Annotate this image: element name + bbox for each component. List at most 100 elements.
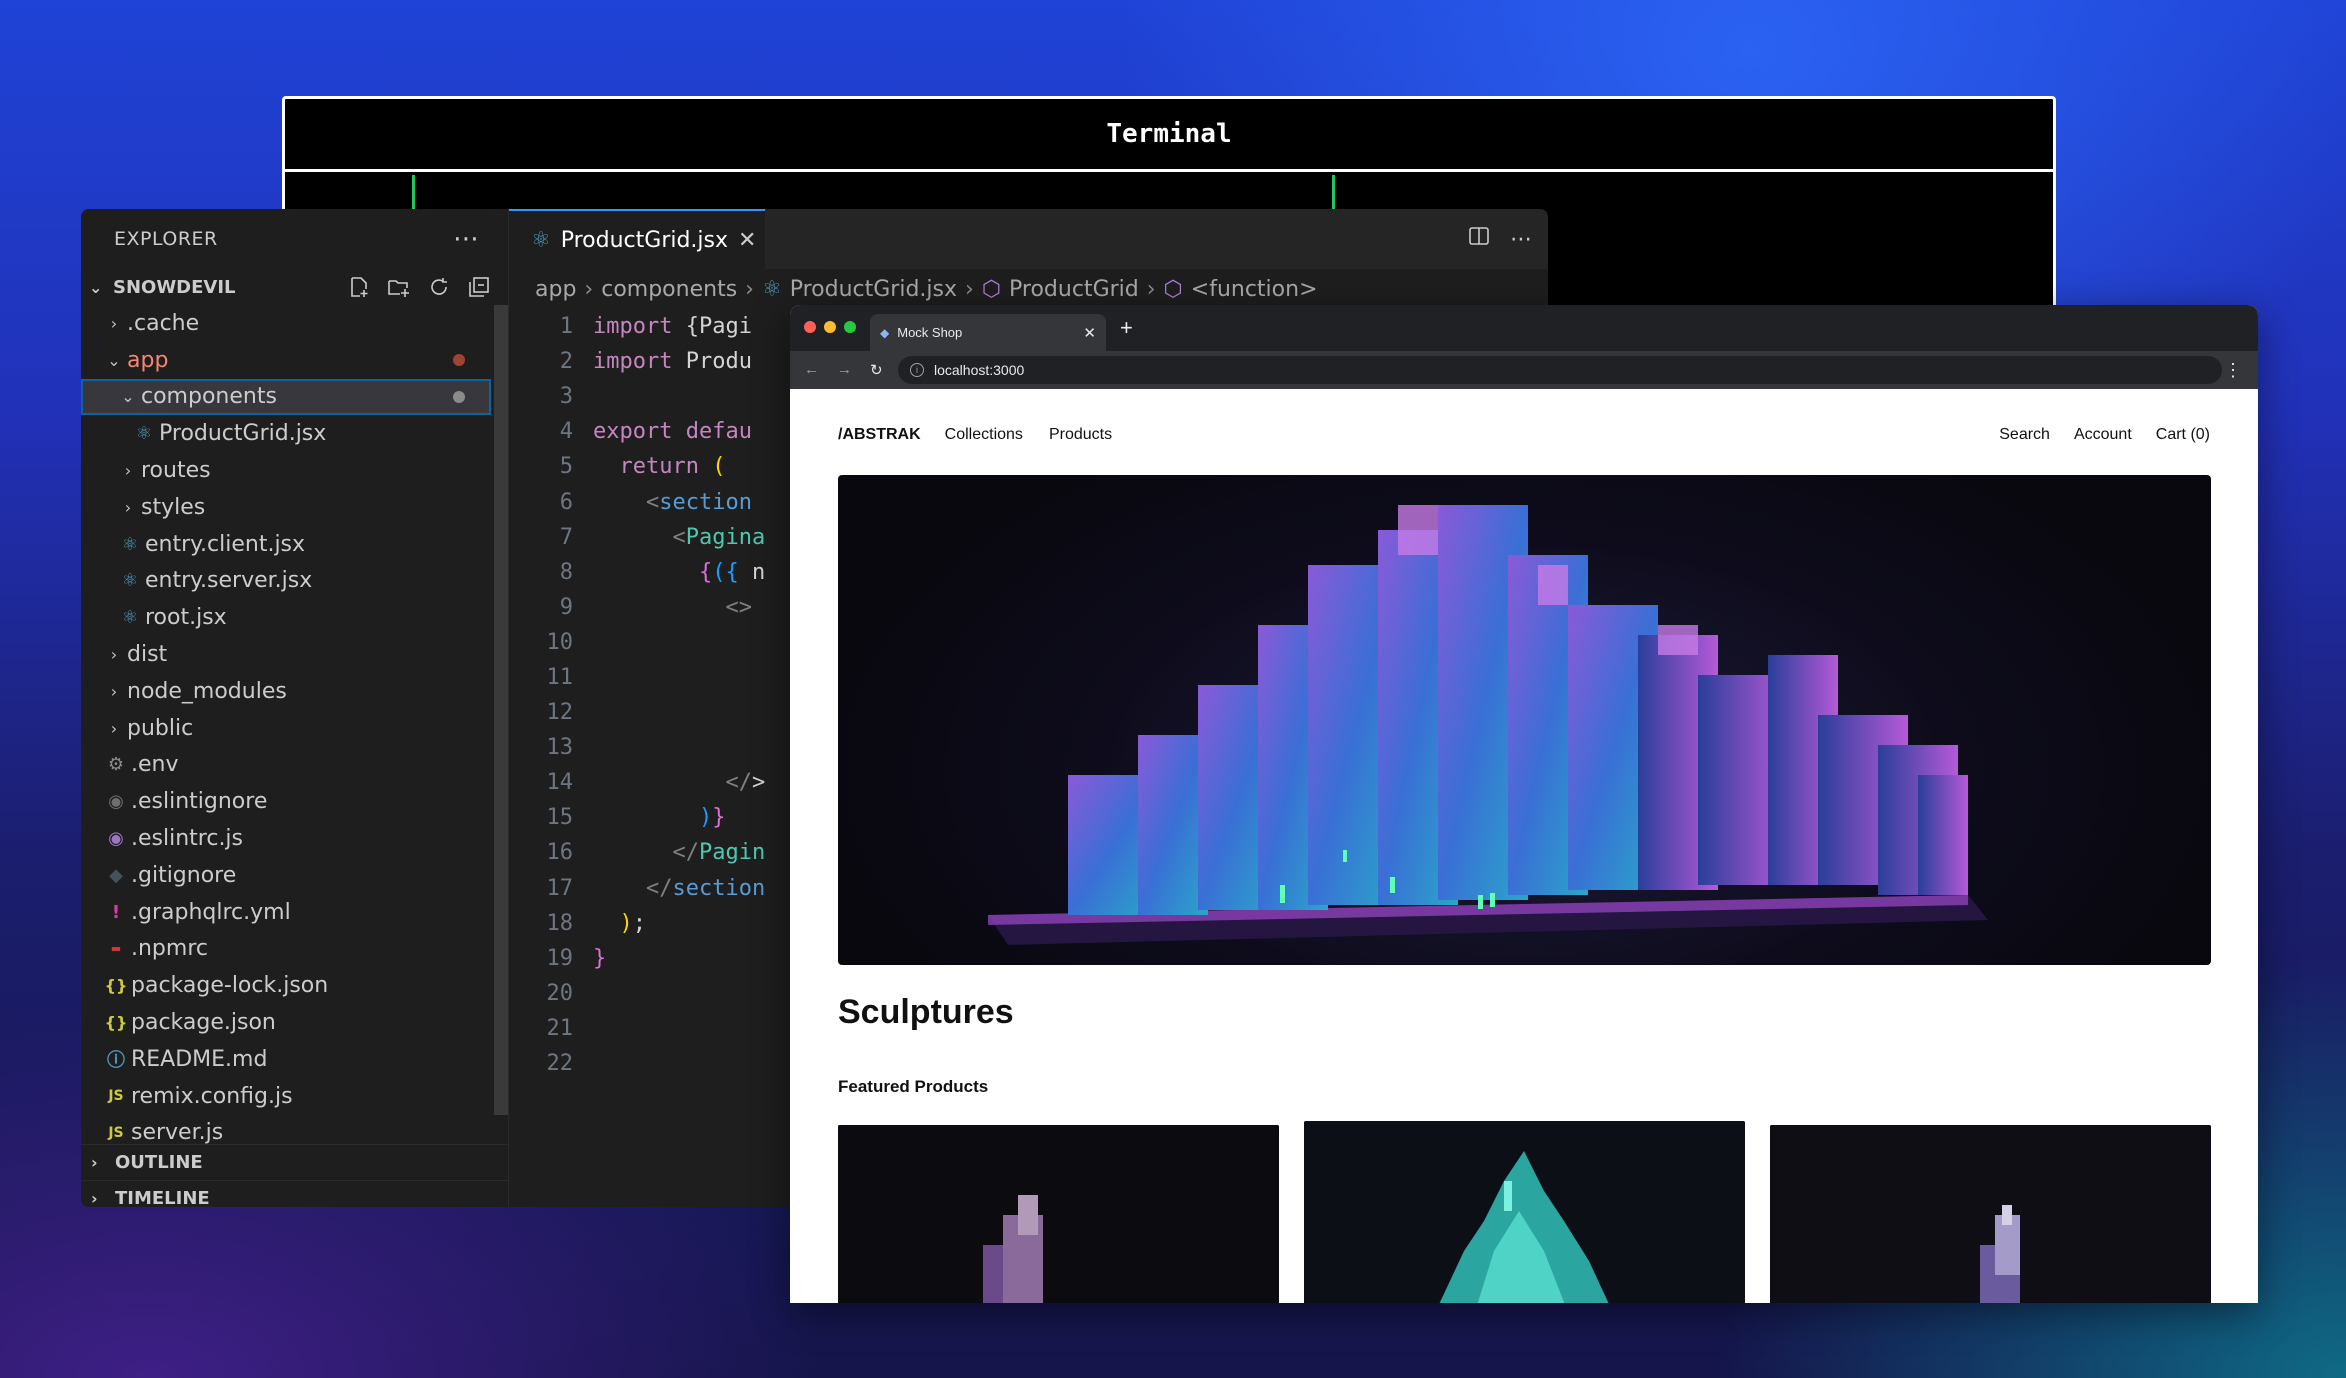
new-file-icon[interactable]: [346, 274, 372, 300]
site-logo[interactable]: /ABSTRAK: [838, 426, 921, 444]
forward-icon[interactable]: →: [837, 361, 852, 379]
code-token: import: [593, 349, 686, 375]
site-header: /ABSTRAK Collections Products Search Acc…: [838, 423, 2210, 447]
tree-item-remix-config[interactable]: JS remix.config.js: [81, 1078, 491, 1115]
close-icon[interactable]: ✕: [1083, 324, 1096, 342]
tab-productgrid[interactable]: ⚛ ProductGrid.jsx ✕: [509, 209, 765, 269]
line-number: 5: [559, 454, 573, 480]
tree-item-public[interactable]: › public: [81, 710, 491, 747]
info-icon[interactable]: i: [910, 363, 924, 377]
maximize-window-button[interactable]: [844, 321, 856, 333]
code-token: defau: [685, 419, 752, 445]
explorer-title: EXPLORER: [114, 228, 218, 250]
product-card[interactable]: [1304, 1121, 1745, 1303]
chevron-down-icon: ⌄: [89, 277, 103, 297]
chevron-right-icon: ›: [965, 276, 974, 302]
tree-item-productgrid[interactable]: ⚛ ProductGrid.jsx: [81, 415, 491, 452]
new-tab-button[interactable]: +: [1120, 315, 1133, 341]
tree-item-gitignore[interactable]: ◆ .gitignore: [81, 857, 491, 894]
chevron-right-icon: ›: [745, 276, 754, 302]
git-icon: ◆: [109, 864, 123, 886]
tree-item-routes[interactable]: › routes: [81, 452, 491, 489]
close-window-button[interactable]: [804, 321, 816, 333]
chevron-right-icon: ›: [91, 1153, 98, 1172]
product-card[interactable]: [838, 1125, 1279, 1303]
nav-collections[interactable]: Collections: [945, 426, 1023, 444]
tree-item-dist[interactable]: › dist: [81, 636, 491, 673]
sidebar-scrollbar[interactable]: [494, 305, 508, 1115]
search-link[interactable]: Search: [1999, 426, 2050, 444]
tree-item-package[interactable]: {} package.json: [81, 1004, 491, 1041]
tree-item-components[interactable]: ⌄ components: [81, 378, 491, 416]
chevron-right-icon: ›: [124, 461, 132, 481]
minimize-window-button[interactable]: [824, 321, 836, 333]
code-token: }: [593, 945, 607, 971]
tree-item-entry-server[interactable]: ⚛ entry.server.jsx: [81, 563, 491, 600]
code-token: Pagina: [685, 524, 766, 550]
project-header[interactable]: ⌄ SNOWDEVIL: [81, 269, 508, 305]
tree-item-entry-client[interactable]: ⚛ entry.client.jsx: [81, 526, 491, 563]
react-icon: ⚛: [121, 533, 139, 555]
code-token: >: [751, 770, 766, 796]
code-token: <: [645, 489, 660, 515]
gear-icon: ⚙: [107, 754, 125, 776]
outline-section[interactable]: › OUTLINE: [81, 1144, 509, 1180]
code-token: section: [672, 875, 766, 901]
account-link[interactable]: Account: [2074, 426, 2132, 444]
ellipsis-icon[interactable]: ⋯: [453, 224, 480, 254]
hero-image: [838, 475, 2211, 965]
header-actions: Search Account Cart (0): [1999, 426, 2210, 444]
tree-item-app[interactable]: ⌄ app: [81, 342, 491, 379]
new-folder-icon[interactable]: [386, 274, 412, 300]
tree-item-package-lock[interactable]: {} package-lock.json: [81, 967, 491, 1004]
browser-menu-icon[interactable]: ⋮: [2224, 360, 2242, 381]
terminal-title: Terminal: [285, 99, 2053, 172]
tree-item-cache[interactable]: › .cache: [81, 305, 491, 342]
back-icon[interactable]: ←: [804, 361, 819, 379]
eslint-icon: ◉: [108, 828, 124, 850]
featured-heading: Featured Products: [838, 1077, 989, 1096]
close-icon[interactable]: ✕: [738, 228, 756, 253]
collapse-all-icon[interactable]: [466, 274, 492, 300]
tree-item-styles[interactable]: › styles: [81, 489, 491, 526]
refresh-icon[interactable]: [426, 274, 452, 300]
breadcrumb-item[interactable]: ProductGrid: [1009, 277, 1139, 302]
timeline-section[interactable]: › TIMELINE: [81, 1180, 509, 1207]
tree-item-readme[interactable]: ⓘ README.md: [81, 1041, 491, 1078]
breadcrumb-item[interactable]: <function>: [1191, 277, 1318, 302]
breadcrumb-item[interactable]: components: [601, 277, 737, 302]
browser-tab[interactable]: ◆ Mock Shop ✕: [870, 314, 1106, 351]
reload-icon[interactable]: ↻: [870, 361, 883, 379]
tree-item-eslintignore[interactable]: ◉ .eslintignore: [81, 783, 491, 820]
code-token: ;: [632, 910, 646, 936]
line-number: 8: [559, 559, 573, 585]
chevron-right-icon: ›: [91, 1189, 98, 1207]
breadcrumb-item[interactable]: app: [535, 277, 576, 302]
code-token: </: [725, 770, 752, 796]
exclamation-icon: !: [111, 901, 121, 923]
code-token: </: [672, 840, 699, 866]
chevron-right-icon: ›: [110, 718, 118, 738]
js-icon: JS: [108, 1088, 124, 1105]
tree-item-node-modules[interactable]: › node_modules: [81, 673, 491, 710]
tree-item-graphqlrc[interactable]: ! .graphqlrc.yml: [81, 894, 491, 931]
tree-item-npmrc[interactable]: ▬ .npmrc: [81, 931, 491, 968]
tree-item-eslintrc[interactable]: ◉ .eslintrc.js: [81, 820, 491, 857]
product-card[interactable]: [1770, 1125, 2211, 1303]
code-token: ): [619, 910, 633, 936]
cart-link[interactable]: Cart (0): [2156, 426, 2210, 444]
address-bar[interactable]: i localhost:3000: [898, 356, 2222, 384]
nav-products[interactable]: Products: [1049, 426, 1112, 444]
tree-item-root[interactable]: ⚛ root.jsx: [81, 599, 491, 636]
breadcrumb-item[interactable]: ProductGrid.jsx: [790, 277, 957, 302]
line-number: 12: [546, 700, 574, 726]
split-editor-icon[interactable]: [1468, 225, 1490, 253]
ellipsis-icon[interactable]: ⋯: [1510, 227, 1532, 252]
line-number: 16: [546, 840, 574, 866]
tree-item-env[interactable]: ⚙ .env: [81, 747, 491, 784]
chevron-down-icon: ⌄: [121, 387, 135, 407]
